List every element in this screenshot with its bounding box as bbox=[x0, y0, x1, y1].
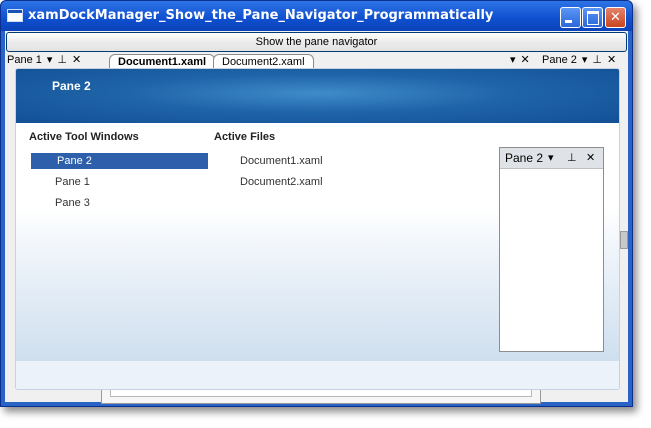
pane1-label: Pane 1 bbox=[7, 54, 42, 66]
navigator-footer bbox=[16, 361, 619, 389]
close-icon: ✕ bbox=[610, 10, 621, 25]
chevron-down-icon[interactable]: ▾ bbox=[510, 54, 516, 66]
close-icon[interactable]: ✕ bbox=[607, 53, 616, 68]
title-bar[interactable]: xamDockManager_Show_the_Pane_Navigator_P… bbox=[1, 1, 632, 31]
window-title: xamDockManager_Show_the_Pane_Navigator_P… bbox=[28, 8, 494, 23]
maximize-icon bbox=[587, 11, 599, 25]
navigator-body: Active Tool Windows Active Files Pane 2 … bbox=[16, 123, 619, 361]
minimize-button[interactable] bbox=[560, 7, 581, 28]
pin-icon[interactable]: ⊥ bbox=[57, 53, 67, 68]
chevron-down-icon[interactable]: ▾ bbox=[582, 53, 588, 68]
close-button[interactable]: ✕ bbox=[605, 7, 626, 28]
tool-window-item-pane-2[interactable]: Pane 2 bbox=[31, 153, 208, 169]
file-item-document2[interactable]: Document2.xaml bbox=[214, 174, 323, 190]
minimize-icon bbox=[565, 20, 572, 23]
splitter-grip[interactable] bbox=[620, 231, 628, 249]
pane-navigator: Pane 2 Active Tool Windows Active Files … bbox=[15, 68, 620, 390]
document-controls: ▾ ✕ bbox=[510, 53, 530, 68]
tool-window-item-pane-1[interactable]: Pane 1 bbox=[29, 174, 90, 190]
pin-icon[interactable]: ⊥ bbox=[592, 53, 602, 68]
chevron-down-icon[interactable]: ▾ bbox=[47, 53, 53, 68]
pane2-label: Pane 2 bbox=[542, 54, 577, 66]
pane-preview-title: Pane 2 bbox=[505, 151, 544, 165]
dock-header-row: Pane 1 ▾ ⊥ ✕ Document1.xaml Document2.xaml … bbox=[5, 52, 628, 69]
maximize-button[interactable] bbox=[582, 7, 603, 28]
pane2-header[interactable]: Pane 2 ▾ ⊥ ✕ bbox=[542, 53, 616, 68]
chevron-down-icon: ▾ bbox=[548, 152, 554, 164]
active-files-heading: Active Files bbox=[214, 131, 276, 143]
pane1-header[interactable]: Pane 1 ▾ ⊥ ✕ bbox=[7, 53, 81, 68]
show-pane-navigator-button[interactable]: Show the pane navigator bbox=[6, 32, 627, 52]
pin-icon: ⊥ bbox=[567, 152, 577, 164]
app-icon bbox=[7, 9, 23, 22]
pane-preview-header: Pane 2 ▾ ⊥ ✕ bbox=[500, 148, 603, 169]
navigator-header: Pane 2 bbox=[16, 69, 619, 123]
tab-document1[interactable]: Document1.xaml bbox=[109, 54, 216, 69]
pane-preview: Pane 2 ▾ ⊥ ✕ bbox=[499, 147, 604, 352]
close-icon[interactable]: ✕ bbox=[521, 53, 530, 68]
file-item-document1[interactable]: Document1.xaml bbox=[214, 153, 323, 169]
close-icon[interactable]: ✕ bbox=[72, 53, 81, 68]
active-tool-windows-heading: Active Tool Windows bbox=[29, 131, 139, 143]
tab-document2[interactable]: Document2.xaml bbox=[213, 54, 314, 69]
navigator-header-title: Pane 2 bbox=[52, 79, 91, 93]
tool-window-item-pane-3[interactable]: Pane 3 bbox=[29, 195, 90, 211]
close-icon: ✕ bbox=[586, 152, 596, 164]
